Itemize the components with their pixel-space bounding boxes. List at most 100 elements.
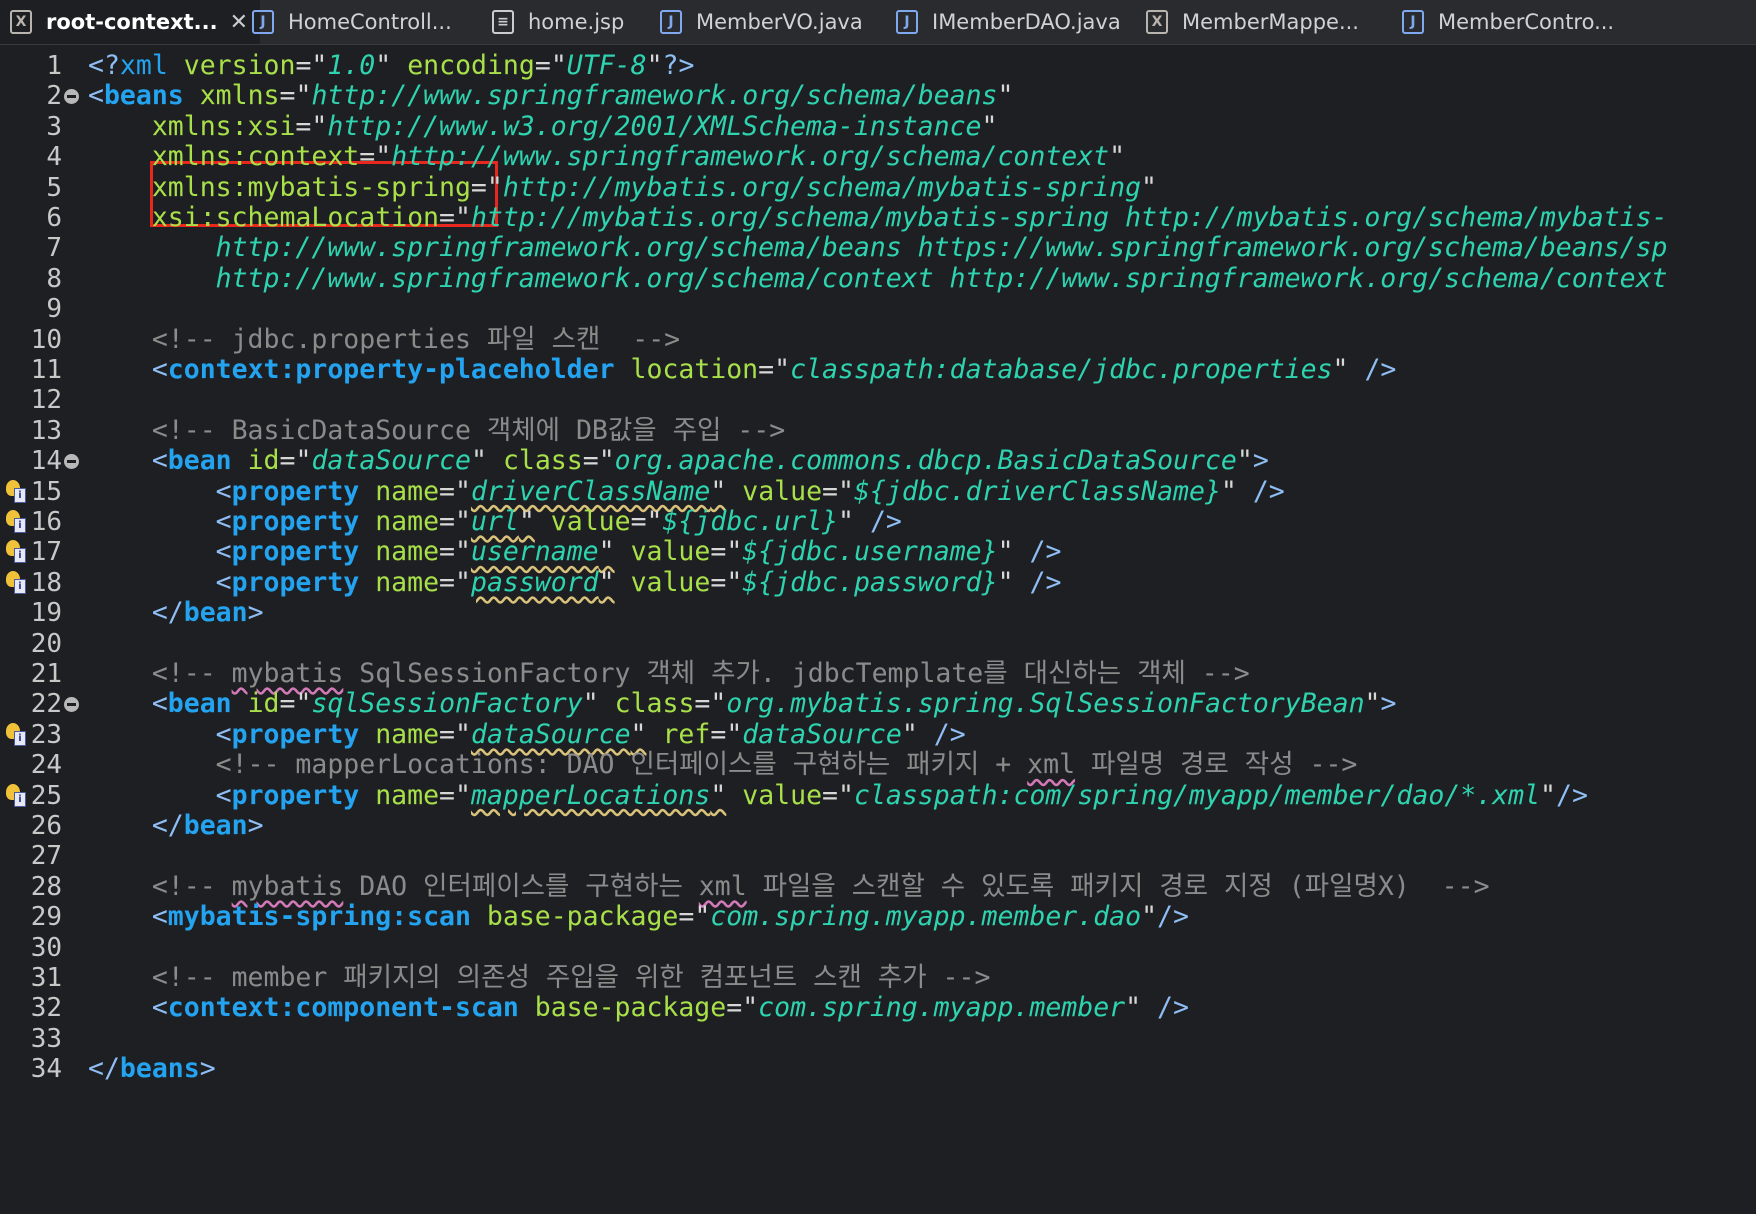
- java-file-icon: J: [896, 10, 918, 34]
- code-line[interactable]: 19 </bean>: [0, 596, 1756, 630]
- fold-collapse-icon[interactable]: [64, 89, 79, 105]
- code-line[interactable]: 20: [0, 627, 1756, 661]
- quick-fix-info-icon[interactable]: i: [6, 510, 26, 534]
- code-line[interactable]: 12: [0, 383, 1756, 417]
- tab-2[interactable]: J HomeControll...: [252, 0, 452, 44]
- code-line[interactable]: 27: [0, 839, 1756, 873]
- code-line[interactable]: 17 i <property name="username" value="${j…: [0, 535, 1756, 569]
- code-token: ": [901, 718, 918, 750]
- java-file-icon: J: [1402, 10, 1424, 34]
- code-line[interactable]: 8 http://www.springframework.org/schema/…: [0, 262, 1756, 296]
- tab-3[interactable]: ≡ home.jsp: [492, 0, 624, 44]
- code-line[interactable]: 29 <mybatis-spring:scan base-package="co…: [0, 900, 1756, 934]
- code-token: =: [279, 688, 296, 720]
- code-token: =: [630, 506, 647, 537]
- code-line[interactable]: 10 <!-- jdbc.properties 파일 스캔 -->: [0, 323, 1756, 357]
- code-token: ": [455, 718, 471, 750]
- code-line[interactable]: 28 <!-- mybatis DAO 인터페이스를 구현하는 xml 파일을 …: [0, 870, 1756, 904]
- code-text: <beans xmlns="http://www.springframework…: [88, 79, 1013, 113]
- code-line[interactable]: 2 <beans xmlns="http://www.springframewor…: [0, 79, 1756, 113]
- code-line[interactable]: 9: [0, 292, 1756, 326]
- code-line[interactable]: 3 xmlns:xsi="http://www.w3.org/2001/XMLS…: [0, 110, 1756, 144]
- quick-fix-info-icon[interactable]: i: [6, 722, 26, 747]
- code-line[interactable]: 5 xmlns:mybatis-spring="http://mybatis.o…: [0, 171, 1756, 205]
- code-line[interactable]: 16 i <property name="url" value="${jdbc.u…: [0, 505, 1756, 539]
- code-line[interactable]: 6 xsi:schemaLocation="http://mybatis.org…: [0, 201, 1756, 235]
- code-token: ": [710, 688, 727, 720]
- code-line[interactable]: 1 <?xml version="1.0" encoding="UTF-8"?>: [0, 49, 1756, 83]
- code-token: ": [486, 171, 503, 203]
- code-token: http://mybatis.org/schema/mybatis-spring: [502, 171, 1142, 203]
- code-line[interactable]: 22 <bean id="sqlSessionFactory" class="o…: [0, 687, 1756, 721]
- tab-5[interactable]: J IMemberDAO.java: [896, 0, 1121, 44]
- code-line[interactable]: 30: [0, 931, 1756, 965]
- line-number: 4: [46, 142, 62, 173]
- code-line[interactable]: 13 <!-- BasicDataSource 객체에 DB값을 주입 -->: [0, 414, 1756, 448]
- fold-collapse-icon[interactable]: [64, 697, 79, 713]
- code-token: />: [1157, 901, 1189, 933]
- code-token: username: [470, 536, 599, 568]
- code-line[interactable]: 14 <bean id="dataSource" class="org.apac…: [0, 444, 1756, 478]
- tab-1[interactable]: Xroot-context... ✕: [0, 0, 261, 44]
- quick-fix-info-icon[interactable]: i: [6, 783, 26, 808]
- tab-label: IMemberDAO.java: [932, 10, 1121, 34]
- code-line[interactable]: 15 i <property name="driverClassName" val…: [0, 475, 1756, 509]
- code-token: id: [247, 445, 280, 477]
- code-token: mybatis: [231, 870, 344, 902]
- quick-fix-info-icon[interactable]: i: [6, 540, 26, 564]
- code-token: >: [247, 810, 264, 841]
- code-line[interactable]: 23 i <property name="dataSource" ref="dat…: [0, 718, 1756, 752]
- code-line[interactable]: 32 <context:component-scan base-package=…: [0, 991, 1756, 1025]
- code-line[interactable]: 7 http://www.springframework.org/schema/…: [0, 231, 1756, 265]
- code-token: bean: [183, 597, 248, 629]
- code-token: ": [726, 566, 743, 598]
- line-number: 27: [30, 841, 62, 872]
- code-token: context:component-scan: [167, 992, 519, 1024]
- code-line[interactable]: 33: [0, 1022, 1756, 1056]
- code-token: <: [215, 779, 232, 811]
- code-token: ": [1141, 901, 1158, 933]
- code-token: =: [726, 992, 743, 1024]
- code-token: ": [981, 110, 998, 142]
- code-line[interactable]: 34 </beans>: [0, 1052, 1756, 1086]
- code-line[interactable]: 26 </bean>: [0, 809, 1756, 843]
- line-number: 6: [46, 203, 62, 233]
- tab-6[interactable]: X MemberMappe...: [1146, 0, 1359, 44]
- line-number: 34: [30, 1054, 62, 1085]
- code-token: property: [231, 536, 360, 568]
- close-tab-icon[interactable]: ✕: [230, 10, 248, 35]
- code-line[interactable]: 25 i <property name="mapperLocations" val…: [0, 779, 1756, 813]
- code-line[interactable]: 4 xmlns:context="http://www.springframew…: [0, 140, 1756, 174]
- tab-label: HomeControll...: [288, 10, 452, 34]
- code-token: http://www.springframework.org/schema/co…: [391, 141, 1110, 173]
- code-token: url: [470, 506, 519, 537]
- code-token: ": [742, 992, 759, 1024]
- code-line[interactable]: 21 <!-- mybatis SqlSessionFactory 객체 추가.…: [0, 657, 1756, 691]
- code-editor[interactable]: 1 <?xml version="1.0" encoding="UTF-8"?> 2…: [0, 45, 1756, 1214]
- code-token: value: [742, 475, 823, 507]
- tab-4[interactable]: J MemberVO.java: [660, 0, 863, 44]
- code-token: bean: [167, 688, 232, 720]
- quick-fix-info-icon[interactable]: i: [6, 479, 26, 504]
- quick-fix-info-icon[interactable]: i: [6, 570, 26, 595]
- code-token: base-package: [534, 992, 727, 1024]
- code-token: <!--: [151, 870, 232, 902]
- code-token: <?: [88, 50, 120, 81]
- code-token: </: [151, 597, 184, 629]
- code-token: ": [710, 779, 727, 811]
- tab-7[interactable]: J MemberContro...: [1402, 0, 1614, 44]
- code-line[interactable]: 11 <context:property-placeholder locatio…: [0, 353, 1756, 387]
- code-line[interactable]: 31 <!-- member 패키지의 의존성 주입을 위한 컴포넌트 스캔 추…: [0, 961, 1756, 995]
- code-token: mybatis-spring:scan: [167, 901, 471, 933]
- code-line[interactable]: 18 i <property name="password" value="${j…: [0, 566, 1756, 600]
- fold-collapse-icon[interactable]: [64, 454, 79, 470]
- code-line[interactable]: 24 <!-- mapperLocations: DAO 인터페이스를 구현하는…: [0, 748, 1756, 782]
- code-token: ${jdbc.driverClassName}: [853, 475, 1221, 507]
